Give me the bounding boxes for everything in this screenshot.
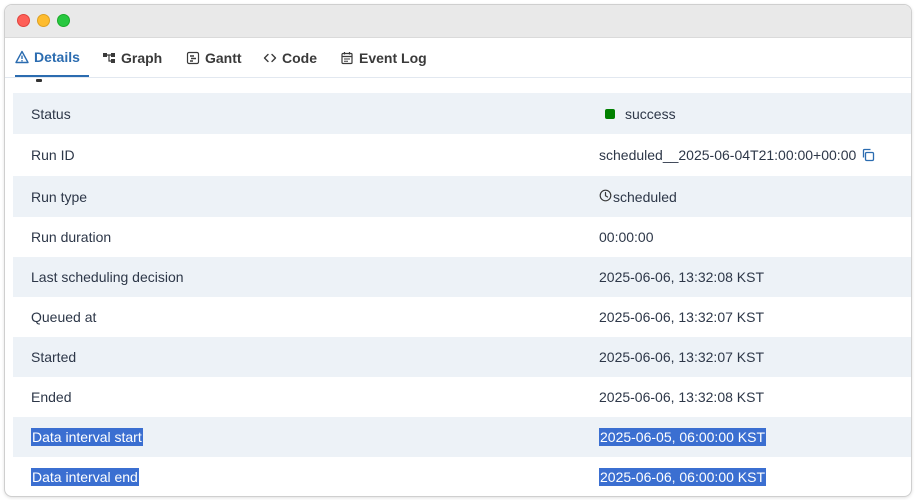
run-type-value: scheduled <box>599 176 677 217</box>
tab-details[interactable]: Details <box>15 38 89 77</box>
tab-event-log[interactable]: Event Log <box>340 38 427 77</box>
copy-icon[interactable] <box>861 148 875 162</box>
app-window: Details Graph Gantt Code Event Log Statu… <box>4 4 912 497</box>
status-indicator-icon <box>605 108 615 119</box>
gantt-icon <box>186 51 200 65</box>
maximize-window-button[interactable] <box>57 14 70 27</box>
tab-graph-label: Graph <box>121 49 163 66</box>
run-id-text: scheduled__2025-06-04T21:00:00+00:00 <box>599 147 857 163</box>
table-row-run-id: Run ID scheduled__2025-06-04T21:00:00+00… <box>13 134 911 176</box>
run-duration-label: Run duration <box>31 229 112 245</box>
tab-gantt-label: Gantt <box>205 49 242 66</box>
queued-at-value: 2025-06-06, 13:32:07 KST <box>599 309 765 325</box>
warning-triangle-icon <box>15 50 29 64</box>
code-icon <box>263 51 277 65</box>
data-interval-start-label-text: Data interval start <box>31 428 143 446</box>
table-row-ended: Ended 2025-06-06, 13:32:08 KST <box>13 377 911 417</box>
tab-event-log-label: Event Log <box>359 49 427 66</box>
tab-code-label: Code <box>282 49 317 66</box>
table-row-queued-at: Queued at 2025-06-06, 13:32:07 KST <box>13 297 911 337</box>
tab-details-label: Details <box>34 48 80 65</box>
data-interval-end-value-text: 2025-06-06, 06:00:00 KST <box>599 468 767 486</box>
last-scheduling-decision-label: Last scheduling decision <box>31 269 184 285</box>
data-interval-start-value-text: 2025-06-05, 06:00:00 KST <box>599 428 767 446</box>
close-window-button[interactable] <box>17 14 30 27</box>
table-row-started: Started 2025-06-06, 13:32:07 KST <box>13 337 911 377</box>
table-row-run-type: Run type scheduled <box>13 176 911 217</box>
last-scheduling-decision-value: 2025-06-06, 13:32:08 KST <box>599 269 765 285</box>
data-interval-end-label: Data interval end <box>31 457 139 496</box>
details-table: Status success Run ID scheduled__2025-06… <box>13 93 911 496</box>
run-id-value: scheduled__2025-06-04T21:00:00+00:00 <box>599 134 875 176</box>
title-bar <box>5 5 911 38</box>
minimize-window-button[interactable] <box>37 14 50 27</box>
status-value: success <box>599 93 676 134</box>
data-interval-start-value: 2025-06-05, 06:00:00 KST <box>599 417 767 457</box>
tab-gantt[interactable]: Gantt <box>186 38 242 77</box>
ended-label: Ended <box>31 389 72 405</box>
tab-bar: Details Graph Gantt Code Event Log <box>5 38 911 78</box>
table-row-last-scheduling-decision: Last scheduling decision 2025-06-06, 13:… <box>13 257 911 297</box>
run-id-label: Run ID <box>31 147 75 163</box>
table-row-data-interval-end: Data interval end 2025-06-06, 06:00:00 K… <box>13 457 911 496</box>
status-badge: success <box>625 105 676 122</box>
queued-at-label: Queued at <box>31 309 97 325</box>
run-type-label: Run type <box>31 188 88 205</box>
data-interval-end-label-text: Data interval end <box>31 468 139 486</box>
run-type-text: scheduled <box>613 188 677 205</box>
started-label: Started <box>31 349 77 365</box>
tab-graph[interactable]: Graph <box>102 38 162 77</box>
table-row-status: Status success <box>13 93 911 134</box>
graph-icon <box>102 51 116 65</box>
data-interval-end-value: 2025-06-06, 06:00:00 KST <box>599 457 767 496</box>
clipped-text-fragment <box>36 79 42 82</box>
clock-icon <box>599 189 612 205</box>
started-value: 2025-06-06, 13:32:07 KST <box>599 349 765 365</box>
status-label: Status <box>31 105 71 122</box>
run-duration-value: 00:00:00 <box>599 229 654 245</box>
tab-code[interactable]: Code <box>263 38 317 77</box>
calendar-icon <box>340 51 354 65</box>
ended-value: 2025-06-06, 13:32:08 KST <box>599 389 765 405</box>
data-interval-start-label: Data interval start <box>31 417 143 457</box>
table-row-run-duration: Run duration 00:00:00 <box>13 217 911 257</box>
table-row-data-interval-start: Data interval start 2025-06-05, 06:00:00… <box>13 417 911 457</box>
